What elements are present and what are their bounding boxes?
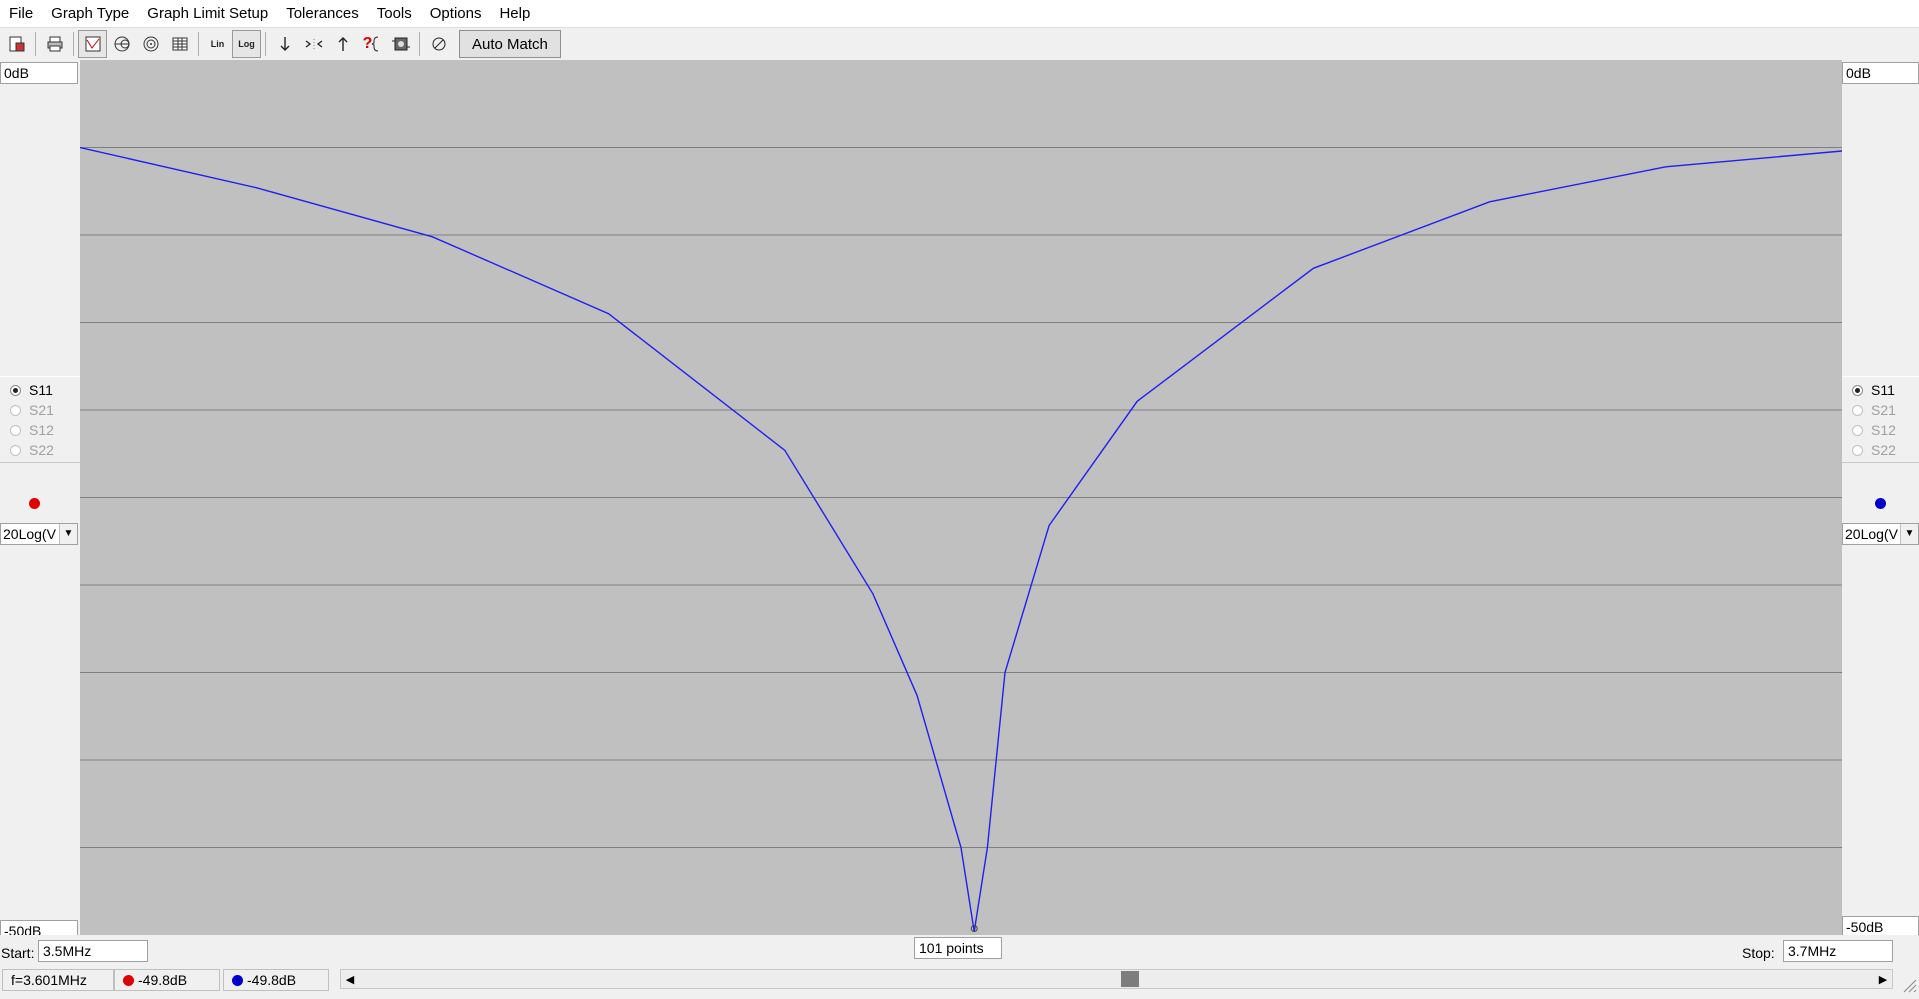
radio-icon	[1852, 444, 1863, 456]
left-format-value: 20Log(V	[3, 526, 56, 542]
help-label: ?	[362, 35, 373, 52]
right-param-s22: S22	[1842, 440, 1919, 460]
left-param-s22-label: S22	[29, 442, 54, 458]
marker-scrollbar[interactable]: ◀ ▶	[340, 969, 1893, 989]
menu-bar: File Graph Type Graph Limit Setup Tolera…	[0, 0, 1919, 28]
right-param-s12: S12	[1842, 420, 1919, 440]
left-axis-panel: 0dB S11 S21 S12 S22 20Log(V ▼ -50dB	[0, 60, 80, 942]
start-label: Start:	[1, 945, 35, 961]
linear-scale-icon[interactable]: Lin	[203, 30, 232, 58]
toolbar-separator	[265, 32, 266, 56]
arrow-up-icon[interactable]	[328, 30, 357, 58]
help-icon[interactable]: ?	[357, 30, 386, 58]
resize-grip-icon[interactable]	[1899, 975, 1917, 993]
left-top-limit-field[interactable]: 0dB	[0, 62, 78, 84]
right-param-s22-label: S22	[1871, 442, 1896, 458]
right-param-group: S11 S21 S12 S22	[1842, 376, 1919, 463]
toolbar-separator	[198, 32, 199, 56]
menu-options[interactable]: Options	[421, 0, 491, 27]
left-param-group: S11 S21 S12 S22	[0, 376, 80, 463]
left-param-s11-label: S11	[29, 382, 53, 398]
right-param-s11-label: S11	[1871, 382, 1895, 398]
radio-icon	[1852, 384, 1863, 396]
menu-graph-limit-setup[interactable]: Graph Limit Setup	[138, 0, 277, 27]
left-marker-value: -49.8dB	[138, 972, 188, 988]
log-scale-label: Log	[238, 38, 255, 49]
toolbar-separator	[73, 32, 74, 56]
right-marker-dot-icon	[232, 974, 243, 986]
radio-icon	[10, 444, 21, 456]
right-axis-panel: 0dB S11 S21 S12 S22 20Log(V ▼ -50dB	[1842, 60, 1919, 940]
radio-icon	[10, 424, 21, 436]
left-param-s12: S12	[0, 420, 80, 440]
smith-chart-icon[interactable]	[107, 30, 136, 58]
component-icon[interactable]	[386, 30, 415, 58]
radio-icon	[1852, 404, 1863, 416]
right-marker-readout: -49.8dB	[223, 969, 329, 991]
menu-tolerances[interactable]: Tolerances	[277, 0, 368, 27]
radio-icon	[10, 384, 21, 396]
left-param-s21: S21	[0, 400, 80, 420]
menu-tools[interactable]: Tools	[368, 0, 421, 27]
radio-icon	[10, 404, 21, 416]
radio-icon	[1852, 424, 1863, 436]
right-param-s21-label: S21	[1871, 402, 1896, 418]
stop-label: Stop:	[1742, 945, 1775, 961]
polar-chart-icon[interactable]	[136, 30, 165, 58]
right-param-s11[interactable]: S11	[1842, 380, 1919, 400]
zoom-in-icon[interactable]	[299, 30, 328, 58]
scroll-right-icon[interactable]: ▶	[1874, 970, 1892, 988]
arrow-down-icon[interactable]	[270, 30, 299, 58]
table-icon[interactable]	[165, 30, 194, 58]
left-marker-dot-icon	[123, 974, 134, 986]
response-plot[interactable]	[80, 60, 1842, 935]
left-param-s12-label: S12	[29, 422, 54, 438]
left-marker-dot	[29, 498, 40, 509]
right-format-value: 20Log(V	[1845, 526, 1898, 542]
reset-icon[interactable]	[424, 30, 453, 58]
toolbar-separator	[35, 32, 36, 56]
auto-match-button[interactable]: Auto Match	[459, 30, 561, 58]
linear-scale-label: Lin	[210, 38, 225, 49]
points-count-field[interactable]: 101 points	[914, 937, 1002, 959]
right-marker-value: -49.8dB	[247, 972, 297, 988]
left-format-select[interactable]: 20Log(V ▼	[0, 523, 78, 545]
rect-graph-icon[interactable]	[78, 30, 107, 58]
chevron-down-icon[interactable]: ▼	[59, 524, 77, 544]
print-icon[interactable]	[40, 30, 69, 58]
left-marker-readout: -49.8dB	[114, 969, 220, 991]
right-top-limit-field[interactable]: 0dB	[1842, 62, 1919, 84]
toolbar: Lin Log ? Auto Match	[0, 28, 1919, 60]
left-param-s22: S22	[0, 440, 80, 460]
left-param-s11[interactable]: S11	[0, 380, 80, 400]
scroll-left-icon[interactable]: ◀	[341, 970, 359, 988]
right-format-select[interactable]: 20Log(V ▼	[1842, 523, 1919, 545]
start-frequency-input[interactable]: 3.5MHz	[38, 940, 148, 962]
menu-graph-type[interactable]: Graph Type	[42, 0, 138, 27]
right-param-s21: S21	[1842, 400, 1919, 420]
right-marker-dot	[1875, 498, 1886, 509]
scrollbar-thumb[interactable]	[1121, 971, 1139, 987]
marker-frequency-value: f=3.601MHz	[11, 972, 87, 988]
log-scale-icon[interactable]: Log	[232, 30, 261, 58]
marker-frequency-readout: f=3.601MHz	[2, 969, 114, 991]
stop-frequency-input[interactable]: 3.7MHz	[1783, 940, 1893, 962]
menu-file[interactable]: File	[0, 0, 42, 27]
chevron-down-icon[interactable]: ▼	[1900, 524, 1918, 544]
right-param-s12-label: S12	[1871, 422, 1896, 438]
menu-help[interactable]: Help	[490, 0, 539, 27]
left-param-s21-label: S21	[29, 402, 54, 418]
toolbar-separator	[419, 32, 420, 56]
file-save-icon[interactable]	[2, 30, 31, 58]
